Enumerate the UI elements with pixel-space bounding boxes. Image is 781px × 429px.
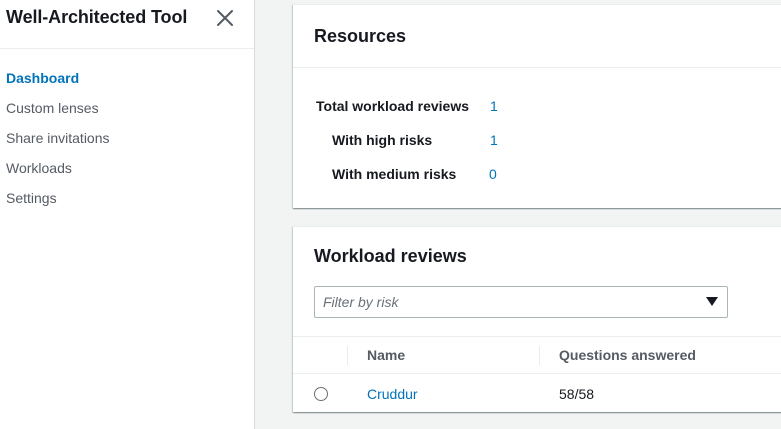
workload-reviews-card: Workload reviews Filter by risk Name Que… [293,226,781,412]
main-content: Resources Total workload reviews 1 With … [255,0,781,429]
column-separator [539,346,540,365]
workload-name-link[interactable]: Cruddur [367,386,418,402]
column-separator [347,346,348,365]
stat-medium-risks: With medium risks 0 [332,166,576,186]
stat-total-workload-reviews: Total workload reviews 1 [316,98,576,118]
column-header-name[interactable]: Name [367,347,405,363]
close-icon[interactable] [215,8,235,28]
resources-card-header: Resources [293,5,781,68]
sidebar-header: Well-Architected Tool [0,0,254,49]
table-header: Name Questions answered [293,337,781,374]
sidebar: Well-Architected Tool Dashboard Custom l… [0,0,255,429]
sidebar-item-share-invitations[interactable]: Share invitations [6,130,110,160]
table-row: Cruddur 58/58 [293,374,781,414]
filter-placeholder: Filter by risk [323,294,399,310]
stat-high-risks: With high risks 1 [332,132,576,152]
filter-by-risk-select[interactable]: Filter by risk [314,286,728,318]
page: Well-Architected Tool Dashboard Custom l… [0,0,781,429]
caret-down-icon [706,297,718,306]
sidebar-item-dashboard[interactable]: Dashboard [6,70,110,100]
stat-label: Total workload reviews [316,98,470,114]
workload-reviews-title: Workload reviews [314,246,467,266]
questions-answered-value: 58/58 [559,386,595,402]
sidebar-title: Well-Architected Tool [6,7,188,27]
sidebar-item-custom-lenses[interactable]: Custom lenses [6,100,110,130]
stat-label: With medium risks [332,166,457,182]
sidebar-item-workloads[interactable]: Workloads [6,160,110,190]
workload-reviews-table: Name Questions answered Cruddur 58/58 [293,336,781,414]
resources-card: Resources Total workload reviews 1 With … [293,4,781,208]
resources-title: Resources [314,26,407,46]
sidebar-item-settings[interactable]: Settings [6,190,110,220]
stat-value[interactable]: 0 [489,166,497,182]
sidebar-nav: Dashboard Custom lenses Share invitation… [6,70,110,220]
row-select-radio[interactable] [314,387,328,401]
stat-value[interactable]: 1 [490,98,498,114]
workload-reviews-header: Workload reviews [293,227,781,267]
stat-value[interactable]: 1 [490,132,498,148]
stat-label: With high risks [332,132,433,148]
column-header-questions-answered[interactable]: Questions answered [559,347,696,363]
